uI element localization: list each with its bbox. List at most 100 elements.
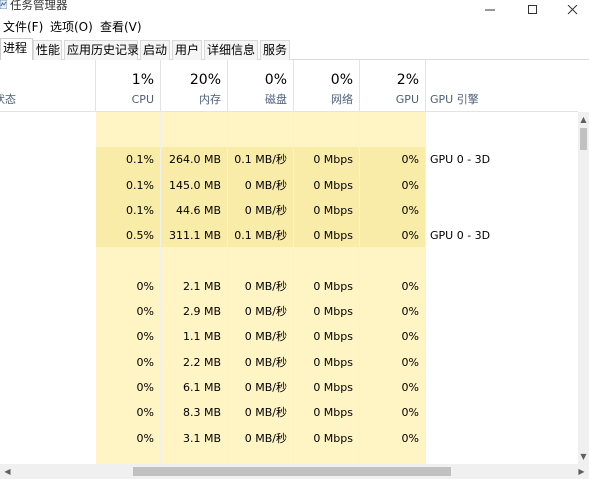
gpu-cell: 0% <box>401 203 419 217</box>
memory-column-label: 内存 <box>199 93 221 106</box>
tab-app-history[interactable]: 应用历史记录 <box>64 40 139 60</box>
tab-processes[interactable]: 进程 <box>0 38 33 60</box>
gpu-engine-cell <box>425 173 575 198</box>
memory-cell: 2.2 MB <box>182 355 221 369</box>
gpu-cell: 0% <box>401 305 419 319</box>
disk-cell <box>227 122 293 147</box>
memory-cell: 8.3 MB <box>182 406 221 420</box>
tab-details[interactable]: 详细信息 <box>204 40 258 60</box>
disk-cell: 0 MB/秒 <box>244 355 287 369</box>
network-cell: 0 Mbps <box>313 305 353 319</box>
memory-cell: 264.0 MB <box>168 153 221 167</box>
memory-cell: 2.1 MB <box>182 279 221 293</box>
close-button[interactable] <box>560 0 589 15</box>
horizontal-scroll-thumb[interactable] <box>133 467 451 476</box>
table-row[interactable]: 0% 2.2 MB 0 MB/秒 0 Mbps 0% <box>0 350 578 375</box>
column-header: 状态 1% CPU 20% 内存 0% 磁盘 0% 网络 2% GPU GPU … <box>0 60 578 112</box>
cpu-cell: 0.1% <box>126 203 154 217</box>
vertical-scrollbar[interactable]: ▲ ▼ <box>578 112 589 464</box>
network-cell: 0 Mbps <box>313 153 353 167</box>
network-cell <box>293 122 359 147</box>
gpu-total-percent: 2% <box>396 72 419 88</box>
memory-cell: 44.6 MB <box>175 203 221 217</box>
table-row[interactable]: 0% 2.9 MB 0 MB/秒 0 Mbps 0% <box>0 299 578 324</box>
gpu-cell: 0% <box>401 178 419 192</box>
disk-cell: 0 MB/秒 <box>244 406 287 420</box>
scroll-down-icon[interactable]: ▼ <box>578 451 589 462</box>
maximize-button[interactable] <box>520 0 550 14</box>
menu-view[interactable]: 查看(V) <box>100 19 142 35</box>
network-cell <box>293 451 359 464</box>
horizontal-scrollbar[interactable]: ◀ ▶ <box>0 464 589 479</box>
gpu-cell <box>359 451 425 464</box>
tab-startup[interactable]: 启动 <box>140 40 170 60</box>
network-column-header[interactable]: 0% 网络 <box>293 60 359 112</box>
scroll-up-icon[interactable]: ▲ <box>578 114 589 125</box>
cpu-cell: 0% <box>136 431 154 445</box>
cpu-cell <box>96 122 160 147</box>
cpu-cell: 0% <box>136 355 154 369</box>
scroll-left-icon[interactable]: ◀ <box>2 464 13 479</box>
gpu-column-header[interactable]: 2% GPU <box>359 60 425 112</box>
cpu-column-header[interactable]: 1% CPU <box>95 60 160 112</box>
disk-column-header[interactable]: 0% 磁盘 <box>227 60 293 112</box>
gpu-engine-cell: GPU 0 - 3D <box>430 229 491 243</box>
gpu-engine-cell <box>425 350 575 375</box>
task-manager-icon <box>0 0 7 9</box>
memory-column-header[interactable]: 20% 内存 <box>160 60 227 112</box>
network-cell: 0 Mbps <box>313 330 353 344</box>
table-row[interactable]: 0% 3.1 MB 0 MB/秒 0 Mbps 0% <box>0 426 578 451</box>
gpu-engine-cell <box>425 324 575 349</box>
table-row[interactable]: 0.1% 264.0 MB 0.1 MB/秒 0 Mbps 0% GPU 0 - 3D <box>0 147 578 172</box>
cpu-total-percent: 1% <box>131 72 154 88</box>
table-row[interactable]: 0% 8.3 MB 0 MB/秒 0 Mbps 0% <box>0 400 578 425</box>
status-column-header[interactable]: 状态 <box>0 93 16 107</box>
gpu-cell: 0% <box>401 330 419 344</box>
gpu-cell: 0% <box>401 229 419 243</box>
network-cell: 0 Mbps <box>313 381 353 394</box>
memory-cell: 2.9 MB <box>182 305 221 319</box>
table-row[interactable] <box>0 451 578 464</box>
cpu-column-label: CPU <box>131 93 154 106</box>
table-row[interactable]: 0% 1.1 MB 0 MB/秒 0 Mbps 0% <box>0 324 578 349</box>
gpu-engine-cell <box>425 400 575 425</box>
table-row[interactable]: 0% 2.1 MB 0 MB/秒 0 Mbps 0% <box>0 274 578 299</box>
minimize-button[interactable] <box>477 0 507 11</box>
disk-cell: 0 MB/秒 <box>244 381 287 394</box>
table-row[interactable] <box>0 122 578 147</box>
gpu-column-label: GPU <box>395 93 419 106</box>
memory-cell: 1.1 MB <box>182 330 221 344</box>
memory-cell <box>160 451 227 464</box>
vertical-scroll-thumb[interactable] <box>580 128 587 150</box>
cpu-cell: 0.1% <box>126 178 154 192</box>
table-row[interactable]: 0.5% 311.1 MB 0.1 MB/秒 0 Mbps 0% GPU 0 - 3D <box>0 223 578 248</box>
tab-performance[interactable]: 性能 <box>33 40 62 60</box>
disk-cell: 0 MB/秒 <box>244 203 287 217</box>
gpu-cell: 0% <box>401 406 419 420</box>
network-cell: 0 Mbps <box>313 279 353 293</box>
disk-total-percent: 0% <box>264 72 287 88</box>
memory-cell <box>160 249 227 274</box>
table-row[interactable]: 0% 6.1 MB 0 MB/秒 0 Mbps 0% <box>0 375 578 400</box>
tab-services[interactable]: 服务 <box>260 40 290 60</box>
menu-file[interactable]: 文件(F) <box>3 19 43 35</box>
tab-users[interactable]: 用户 <box>172 40 202 60</box>
gpu-engine-cell <box>425 375 575 400</box>
network-cell: 0 Mbps <box>313 229 353 243</box>
network-cell <box>293 249 359 274</box>
network-cell: 0 Mbps <box>313 355 353 369</box>
gpu-engine-cell <box>425 198 575 223</box>
gpu-engine-cell <box>425 274 575 299</box>
table-row[interactable] <box>0 249 578 274</box>
table-row[interactable]: 0.1% 145.0 MB 0 MB/秒 0 Mbps 0% <box>0 173 578 198</box>
menu-options[interactable]: 选项(O) <box>50 19 93 35</box>
cpu-cell: 0% <box>136 406 154 420</box>
network-cell: 0 Mbps <box>313 431 353 445</box>
disk-cell: 0 MB/秒 <box>244 279 287 293</box>
table-row[interactable]: 0.1% 44.6 MB 0 MB/秒 0 Mbps 0% <box>0 198 578 223</box>
scroll-right-icon[interactable]: ▶ <box>576 464 587 479</box>
cpu-cell <box>96 249 160 274</box>
gpu-cell: 0% <box>401 431 419 445</box>
network-column-label: 网络 <box>331 93 353 106</box>
disk-cell <box>227 451 293 464</box>
